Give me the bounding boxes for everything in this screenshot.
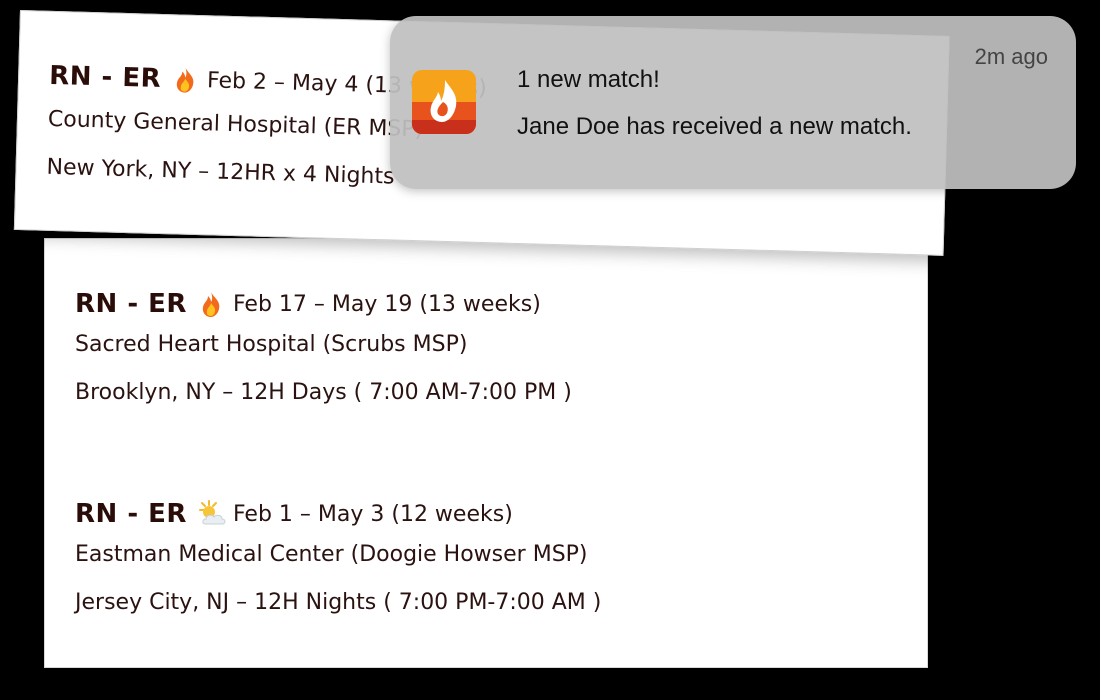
job-role: RN - ER [75,289,187,319]
job-card-eastman[interactable]: RN - ER Feb 1 – May 3 (12 weeks) Eastman… [75,497,915,627]
job-location: Brooklyn, NY – 12H Days ( 7:00 AM-7:00 P… [75,380,572,405]
job-location: Jersey City, NJ – 12H Nights ( 7:00 PM-7… [75,590,602,615]
job-role: RN - ER [48,60,162,94]
sun-cloud-icon [197,500,226,528]
notification-title: 1 new match! [517,66,660,93]
fire-icon [197,290,225,318]
job-title-line: RN - ER Feb 1 – May 3 (12 weeks) [75,497,915,531]
job-list-panel: RN - ER Feb 17 – May 19 (13 weeks) Sacre… [44,238,928,668]
job-dates: Feb 1 – May 3 (12 weeks) [232,501,513,527]
notification-body: Jane Doe has received a new match. [517,113,912,140]
fire-icon [171,65,200,94]
flame-app-icon [412,70,476,134]
job-dates: Feb 17 – May 19 (13 weeks) [232,291,541,317]
notification-timestamp: 2m ago [974,44,1048,69]
job-title-line: RN - ER Feb 17 – May 19 (13 weeks) [75,287,915,321]
job-facility: Sacred Heart Hospital (Scrubs MSP) [75,332,468,357]
job-facility: Eastman Medical Center (Doogie Howser MS… [75,542,588,567]
job-card-sacred-heart[interactable]: RN - ER Feb 17 – May 19 (13 weeks) Sacre… [75,287,915,417]
job-role: RN - ER [75,499,187,529]
match-notification[interactable]: 1 new match! Jane Doe has received a new… [390,16,1076,189]
